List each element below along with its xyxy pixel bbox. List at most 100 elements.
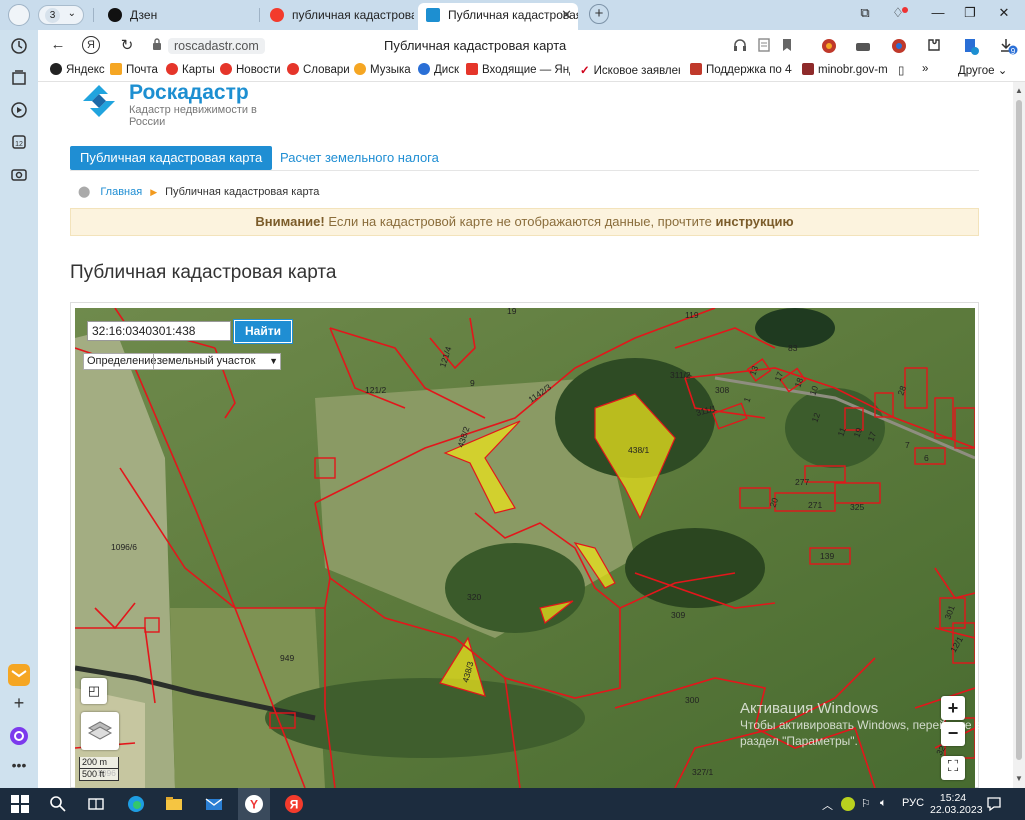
parcel-label: 271 xyxy=(808,500,822,510)
chevron-up-icon[interactable]: ︿ xyxy=(822,797,833,813)
parcel-label: 6 xyxy=(924,453,929,463)
lock-icon[interactable] xyxy=(152,38,162,50)
tab-separator xyxy=(259,8,260,22)
bookmark-dictionary[interactable]: Словари xyxy=(287,63,350,76)
collections-icon[interactable]: ⧉ xyxy=(855,5,875,21)
extension-icon[interactable] xyxy=(854,37,872,55)
bookmark-icon[interactable] xyxy=(779,37,795,53)
alert-instruction-link[interactable]: инструкцию xyxy=(716,214,794,229)
find-button[interactable]: Найти xyxy=(233,319,293,344)
page-title: Публичная кадастровая карта xyxy=(384,38,567,53)
yandex-icon xyxy=(270,7,284,22)
map-forest xyxy=(445,543,585,633)
notifications-icon[interactable] xyxy=(986,796,1002,812)
bookmark-mail[interactable]: Почта xyxy=(110,63,158,76)
more-icon[interactable]: ••• xyxy=(9,758,29,778)
layers-icon xyxy=(87,721,113,740)
headphones-icon[interactable] xyxy=(732,37,748,53)
layers-button[interactable] xyxy=(81,712,119,750)
edge-icon[interactable] xyxy=(126,794,146,814)
brand-name[interactable]: Роскадастр xyxy=(129,82,249,105)
object-type-dropdown[interactable]: земельный участок ▼ xyxy=(153,354,280,369)
tray-app-icon[interactable] xyxy=(840,796,856,812)
bookmark-support[interactable]: Поддержка по 44 xyxy=(690,63,792,76)
reader-icon[interactable] xyxy=(756,37,772,53)
roscadastr-icon xyxy=(426,7,440,22)
add-icon[interactable]: + xyxy=(9,694,29,714)
scale-bar: 200 m 500 ft xyxy=(79,757,119,781)
bookmark-inbox[interactable]: Входящие — Янд xyxy=(466,63,570,76)
bookmark-claim[interactable]: ✓ Исковое заявлен xyxy=(580,63,680,77)
roscadastr-logo[interactable] xyxy=(82,84,116,118)
clock[interactable]: 15:24 22.03.2023 xyxy=(930,792,983,816)
bookmark-yandex[interactable]: Яндекс xyxy=(50,63,105,76)
parcel-label: 277 xyxy=(795,477,809,487)
search-icon[interactable] xyxy=(48,794,68,814)
yandex-icon[interactable]: Я xyxy=(284,794,304,814)
nav-divider xyxy=(70,170,979,171)
cadastral-number-input[interactable]: 32:16:0340301:438 xyxy=(87,321,231,341)
volume-icon[interactable]: 🔈︎ xyxy=(880,797,887,810)
close-icon[interactable]: ✕ xyxy=(561,3,572,27)
video-icon[interactable] xyxy=(9,100,29,120)
tab-search[interactable]: публичная кадастровая ка xyxy=(262,3,414,30)
bookmark-label: Яндекс xyxy=(66,64,105,76)
nav-cadastral-map[interactable]: Публичная кадастровая карта xyxy=(70,146,273,170)
bookmarks-more[interactable]: » xyxy=(922,63,928,75)
password-manager-icon[interactable] xyxy=(962,37,980,55)
nav-land-tax[interactable]: Расчет земельного налога xyxy=(280,146,439,170)
network-icon[interactable]: ⚐ xyxy=(861,797,871,810)
puzzle-icon[interactable] xyxy=(926,37,942,53)
bookmark-disk[interactable]: Диск xyxy=(418,63,459,76)
breadcrumb-home[interactable]: Главная xyxy=(100,186,142,198)
alice-icon[interactable] xyxy=(9,726,29,746)
scroll-down-icon[interactable]: ▼ xyxy=(1015,774,1023,783)
collections-icon[interactable] xyxy=(9,68,29,88)
task-view-icon[interactable] xyxy=(86,794,106,814)
breadcrumb-current: Публичная кадастровая карта xyxy=(165,186,320,198)
camera-icon[interactable] xyxy=(9,164,29,184)
new-tab-button[interactable]: + xyxy=(589,4,609,24)
tab-kadastr[interactable]: Публичная кадастровая ✕ xyxy=(418,3,578,30)
extension-icon[interactable] xyxy=(820,37,838,55)
profile-avatar[interactable] xyxy=(8,4,30,26)
calendar-icon[interactable]: 12 xyxy=(9,132,29,152)
page-scrollbar[interactable]: ▲ ▼ xyxy=(1013,82,1025,788)
bookmarks-other[interactable]: Другое ⌄ xyxy=(958,63,1007,77)
bookmark-music[interactable]: Музыка xyxy=(354,63,411,76)
reload-icon[interactable]: ↻ xyxy=(117,36,137,54)
language-indicator[interactable]: РУС xyxy=(902,797,924,809)
download-badge: 9 xyxy=(1010,47,1016,56)
extension-icon[interactable] xyxy=(890,37,908,55)
page-icon[interactable]: ▯ xyxy=(898,63,904,77)
bookmark-label: Музыка xyxy=(370,64,411,76)
back-icon[interactable]: ← xyxy=(48,36,68,53)
close-window-icon[interactable]: ✕ xyxy=(994,5,1014,21)
yandex-browser-icon[interactable]: Y xyxy=(244,794,264,814)
fullscreen-button[interactable]: ⛶ xyxy=(941,756,965,780)
restore-icon[interactable]: ❐ xyxy=(960,5,980,21)
parcel-label: 139 xyxy=(820,551,834,561)
parcel-label: 308 xyxy=(715,385,729,395)
scroll-up-icon[interactable]: ▲ xyxy=(1015,86,1023,95)
windows-start-icon[interactable] xyxy=(10,794,30,814)
parcel-label: 327/1 xyxy=(692,767,714,777)
draw-area-button[interactable]: ◰ xyxy=(81,678,107,704)
bookmark-maps[interactable]: Карты xyxy=(166,63,215,76)
bookmark-minobr[interactable]: minobr.gov-m xyxy=(802,63,888,76)
mail-app-icon[interactable] xyxy=(204,794,224,814)
minimize-icon[interactable]: — xyxy=(928,5,948,20)
history-icon[interactable] xyxy=(9,36,29,56)
tab-dzen[interactable]: Дзен xyxy=(100,3,252,30)
parcel-label: 7 xyxy=(905,440,910,450)
scroll-thumb[interactable] xyxy=(1016,100,1022,760)
file-explorer-icon[interactable] xyxy=(164,794,184,814)
mail-icon[interactable] xyxy=(8,664,30,686)
tab-counter[interactable]: 3 ⌄ xyxy=(38,5,84,25)
svg-text:Y: Y xyxy=(250,798,258,812)
fullscreen-icon: ⛶ xyxy=(947,758,959,775)
url-field[interactable]: roscadastr.com xyxy=(168,38,265,54)
bookmark-news[interactable]: Новости xyxy=(220,63,281,76)
yandex-button-icon[interactable]: Я xyxy=(82,36,100,54)
bookmark-label: Почта xyxy=(126,64,158,76)
